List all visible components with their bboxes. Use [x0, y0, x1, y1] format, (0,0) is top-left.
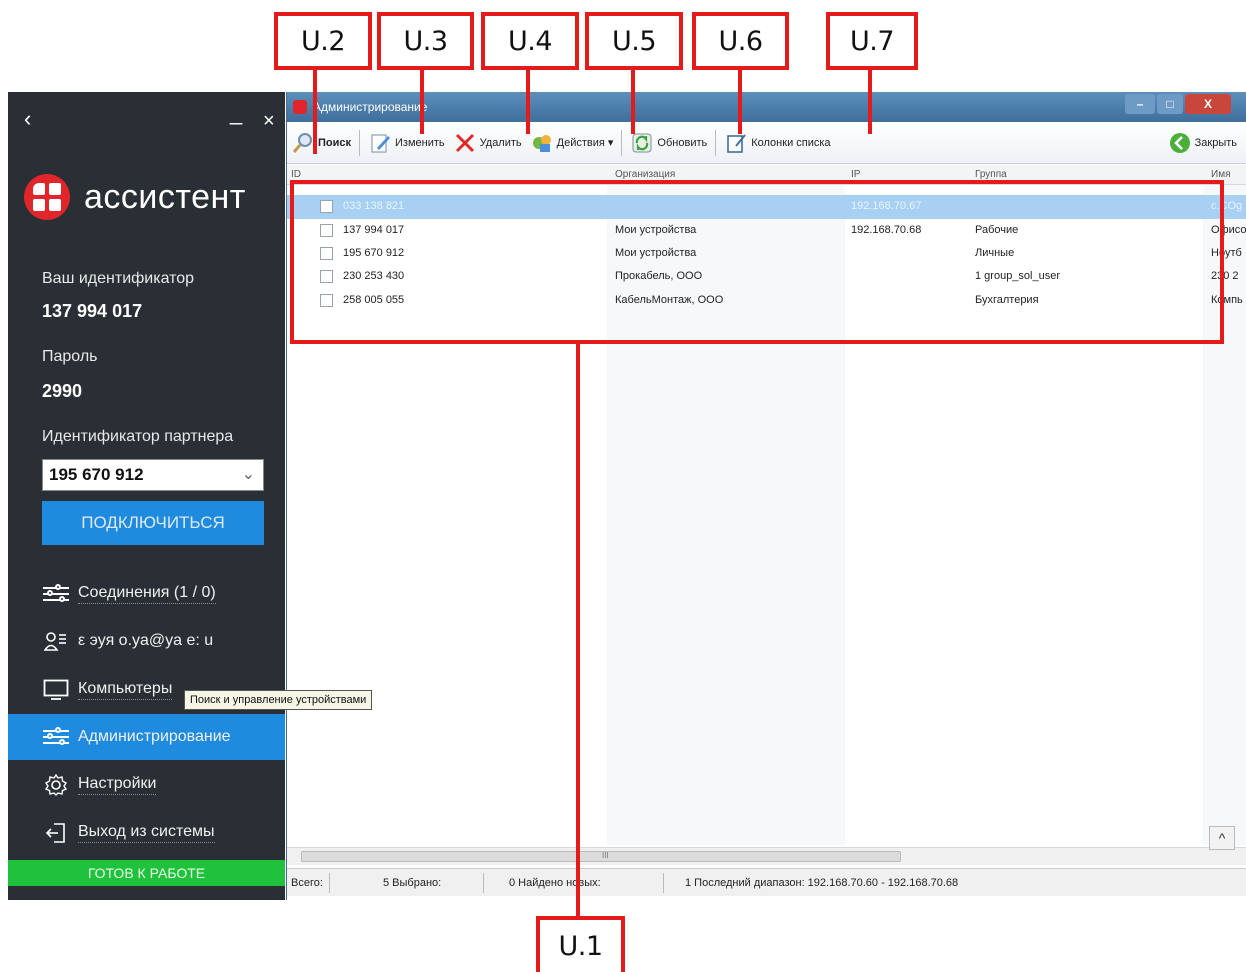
refresh-button[interactable]: Обновить [626, 128, 711, 158]
nav-item-label: Компьютеры [78, 680, 173, 700]
minimize-icon[interactable]: _ [230, 100, 242, 126]
callout-line-u5 [631, 70, 635, 134]
nav-item-administration[interactable]: Администрирование [8, 714, 285, 760]
user-list-icon [42, 630, 70, 652]
callout-u2: U.2 [274, 12, 372, 70]
callout-u7: U.7 [826, 12, 918, 70]
partner-id-label: Идентификатор партнера [42, 428, 234, 445]
table-highlight-frame [290, 180, 1224, 344]
monitor-icon [42, 679, 70, 701]
callout-line-u7 [868, 70, 872, 134]
your-id-label: Ваш идентификатор [42, 270, 195, 287]
window-minimize-button[interactable]: – [1125, 94, 1155, 114]
nav-item-account[interactable]: ε эуя o.ya@ya e: u [8, 618, 285, 664]
sliders-icon [42, 583, 70, 605]
assistant-panel: ‹ _ × ассистент Ваш идентификатор 137 99… [8, 92, 285, 900]
back-arrow-icon [1168, 131, 1192, 155]
password-label: Пароль [42, 348, 98, 365]
sliders-icon [42, 726, 70, 748]
nav-item-label: Настройки [78, 775, 157, 795]
toolbar: Поиск Изменить Удалить Действия ▾ Обнови… [287, 122, 1246, 164]
back-icon[interactable]: ‹ [24, 106, 31, 132]
actions-button[interactable]: Действия ▾ [526, 128, 618, 158]
delete-button[interactable]: Удалить [449, 128, 526, 158]
nav-item-logout[interactable]: Выход из системы [8, 810, 285, 856]
edit-button[interactable]: Изменить [364, 128, 449, 158]
nav-item-label: ε эуя o.ya@ya e: u [78, 631, 214, 649]
actions-icon [530, 131, 554, 155]
edit-icon [368, 131, 392, 155]
callout-line-u2 [313, 70, 317, 154]
search-icon [291, 131, 315, 155]
callout-u6: U.6 [692, 12, 789, 70]
window-close-button[interactable]: X [1185, 94, 1231, 114]
chevron-down-icon[interactable]: ⌄ [242, 464, 255, 484]
search-button[interactable]: Поиск [287, 128, 355, 158]
column-header-ip[interactable]: IP [851, 169, 860, 180]
column-header-id[interactable]: ID [291, 169, 301, 180]
logo-text: ассистент [84, 177, 246, 216]
delete-icon [453, 131, 477, 155]
callout-line-u4 [526, 70, 530, 134]
column-header-group[interactable]: Группа [975, 169, 1007, 180]
logo-icon [24, 174, 70, 220]
logo: ассистент [24, 174, 246, 220]
partner-id-select[interactable]: 195 670 912 ⌄ [42, 459, 264, 491]
callout-u1: U.1 [536, 916, 625, 972]
callout-u3: U.3 [377, 12, 474, 70]
tooltip: Поиск и управление устройствами [184, 690, 373, 710]
nav-item-connections[interactable]: Соединения (1 / 0) [8, 571, 285, 617]
window-maximize-button[interactable]: □ [1157, 94, 1183, 114]
nav-item-label: Администрирование [78, 727, 231, 745]
column-header-organization[interactable]: Организация [615, 169, 675, 180]
column-header-name[interactable]: Имя [1211, 169, 1230, 180]
gear-icon [42, 774, 70, 796]
columns-icon [724, 131, 748, 155]
horizontal-scrollbar[interactable]: III [287, 847, 1246, 865]
callout-u4: U.4 [481, 12, 579, 70]
partner-id-value: 195 670 912 [49, 465, 144, 484]
password-value: 2990 [42, 381, 83, 401]
status-selected-value: 0 Найдено новых: [509, 877, 601, 889]
status-total-label: Всего: [291, 877, 323, 889]
nav-item-label: Соединения (1 / 0) [78, 584, 216, 604]
scroll-up-button[interactable]: ^ [1209, 826, 1235, 850]
status-range: 1 Последний диапазон: 192.168.70.60 - 19… [685, 877, 959, 889]
window-status-bar: Всего: 5 Выбрано: 0 Найдено новых: 1 Пос… [287, 868, 1246, 896]
close-icon[interactable]: × [263, 110, 275, 133]
callout-line-u3 [420, 70, 424, 134]
callout-line-u1 [576, 344, 580, 916]
nav-item-label: Выход из системы [78, 823, 215, 843]
refresh-icon [630, 131, 654, 155]
scrollbar-thumb[interactable]: III [301, 851, 901, 862]
nav-item-settings[interactable]: Настройки [8, 762, 285, 808]
connect-button[interactable]: ПОДКЛЮЧИТЬСЯ [42, 501, 264, 545]
callout-line-u6 [738, 70, 742, 134]
logout-icon [42, 822, 70, 844]
status-total-value: 5 Выбрано: [383, 877, 442, 889]
callout-u5: U.5 [585, 12, 683, 70]
your-id-value: 137 994 017 [42, 301, 143, 321]
close-button[interactable]: Закрыть [1164, 128, 1241, 158]
app-icon [293, 100, 307, 114]
status-badge: ГОТОВ К РАБОТЕ [8, 860, 285, 886]
window-titlebar: Администрирование – □ X [287, 92, 1246, 122]
window-title: Администрирование [313, 100, 428, 114]
